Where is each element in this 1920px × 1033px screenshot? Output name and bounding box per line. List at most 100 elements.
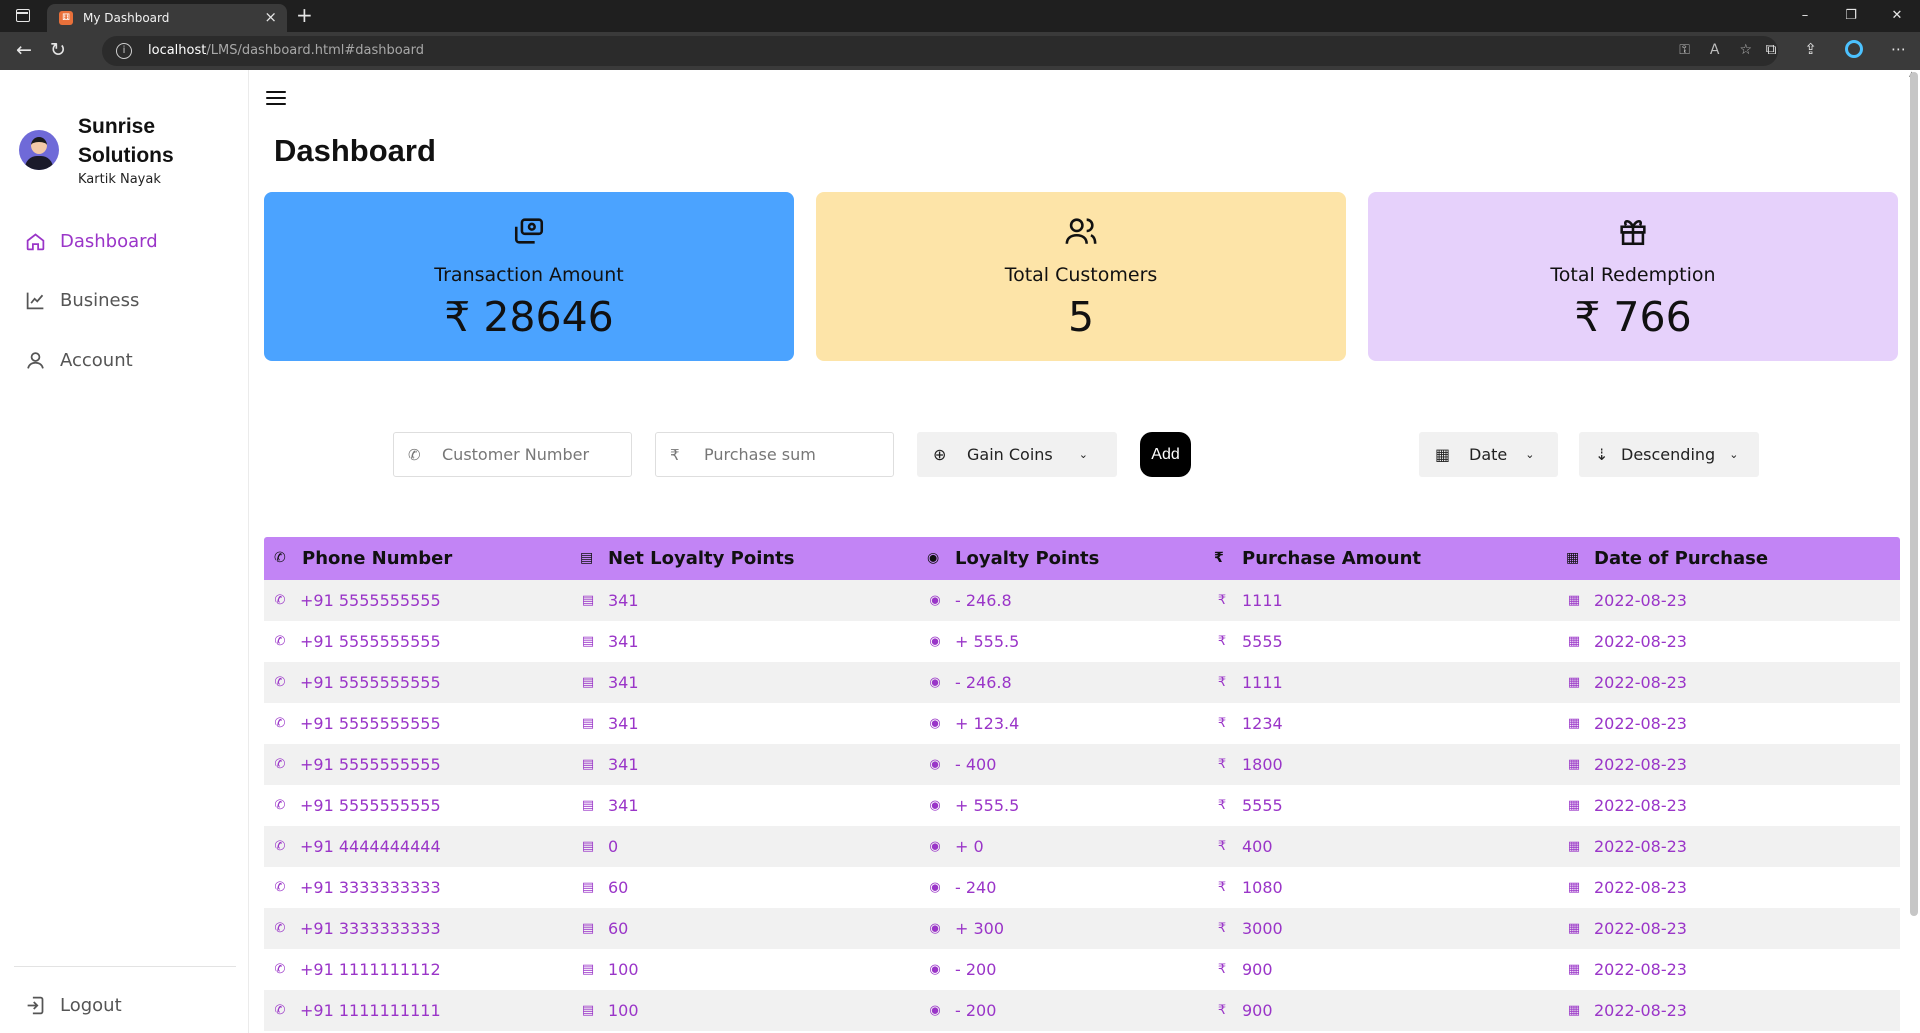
- tab-actions-icon[interactable]: [16, 9, 30, 22]
- cell-text: 100: [608, 960, 639, 979]
- table-cell: ▤ 341: [580, 580, 639, 621]
- cell-text: +91 3333333333: [300, 878, 441, 897]
- table-row[interactable]: ✆ +91 1111111111 ▤ 100 ◉ - 200 ₹900 ▦ 2022-08-23: [264, 990, 1900, 1031]
- coin-icon: ◉: [929, 634, 941, 649]
- cell-text: 2022-08-23: [1594, 878, 1687, 897]
- back-icon[interactable]: ←: [16, 39, 32, 61]
- add-button[interactable]: Add: [1140, 432, 1191, 477]
- ledger-icon: ▤: [581, 798, 595, 813]
- menu-toggle-icon[interactable]: [266, 91, 286, 109]
- table-row[interactable]: ✆ +91 3333333333 ▤ 60 ◉ - 240 ₹1080 ▦ 2022-08-23: [264, 867, 1900, 908]
- table-row[interactable]: ✆ +91 3333333333 ▤ 60 ◉ + 300 ₹3000 ▦ 2022-08-23: [264, 908, 1900, 949]
- table-cell: ▦ 2022-08-23: [1566, 703, 1687, 744]
- refresh-icon[interactable]: ↻: [50, 39, 66, 61]
- cell-text: + 555.5: [955, 632, 1020, 651]
- ledger-icon: ▤: [581, 962, 595, 977]
- calendar-icon: ▦: [1567, 921, 1581, 936]
- table-row[interactable]: ✆ +91 5555555555 ▤ 341 ◉ - 246.8 ₹1111 ▦ 2022-08…: [264, 662, 1900, 703]
- cell-text: 341: [608, 673, 639, 692]
- ledger-icon: ▤: [581, 634, 595, 649]
- table-cell: ▤ 341: [580, 785, 639, 826]
- browser-actions: ⧉ ⇪ ⋯: [1766, 40, 1906, 58]
- window-controls: – ❐ ✕: [1782, 0, 1920, 32]
- purchase-sum-field[interactable]: ₹: [655, 432, 894, 477]
- sort-field-select[interactable]: ▦ Date ⌄: [1419, 432, 1558, 477]
- table-cell: ◉ - 240: [927, 867, 996, 908]
- cell-text: - 246.8: [955, 673, 1012, 692]
- customer-number-field[interactable]: ✆: [393, 432, 632, 477]
- table-cell: ₹1111: [1214, 580, 1283, 621]
- table-cell: ✆ +91 5555555555: [272, 662, 441, 703]
- more-menu-icon[interactable]: ⋯: [1891, 40, 1906, 58]
- total-redemption-card: Total Redemption ₹ 766: [1368, 192, 1898, 361]
- table-row[interactable]: ✆ +91 4444444444 ▤ 0 ◉ + 0 ₹400 ▦ 2022-08-23: [264, 826, 1900, 867]
- money-transfer-icon: [514, 218, 544, 244]
- table-cell: ✆ +91 4444444444: [272, 826, 441, 867]
- address-bar[interactable]: i localhost/LMS/dashboard.html#dashboard…: [102, 36, 1778, 66]
- table-cell: ₹400: [1214, 826, 1273, 867]
- cell-text: 0: [608, 837, 619, 856]
- table-row[interactable]: ✆ +91 5555555555 ▤ 341 ◉ - 246.8 ₹1111 ▦ 2022-08…: [264, 580, 1900, 621]
- minimize-icon[interactable]: –: [1782, 0, 1828, 32]
- table-cell: ▦ 2022-08-23: [1566, 826, 1687, 867]
- rupee-icon: ₹: [1217, 962, 1227, 977]
- table-header: ✆ Phone Number ▤ Net Loyalty Points ◉ Loyal…: [264, 537, 1900, 580]
- table-cell: ✆ +91 5555555555: [272, 621, 441, 662]
- site-info-icon[interactable]: i: [116, 43, 132, 59]
- sidebar-item-dashboard[interactable]: Dashboard: [25, 226, 158, 256]
- favorite-icon[interactable]: ☆: [1739, 42, 1752, 58]
- table-cell: ◉ + 123.4: [927, 703, 1019, 744]
- table-cell: ◉ - 400: [927, 744, 996, 785]
- scrollbar-thumb[interactable]: [1910, 72, 1918, 916]
- table-cell: ◉ - 246.8: [927, 580, 1012, 621]
- favicon-icon: ⚅: [59, 11, 73, 25]
- table-cell: ▦ 2022-08-23: [1566, 621, 1687, 662]
- table-cell: ₹5555: [1214, 621, 1283, 662]
- sidebar-item-account[interactable]: Account: [25, 345, 133, 375]
- share-icon[interactable]: ⇪: [1804, 40, 1817, 58]
- profile-icon[interactable]: [1845, 40, 1863, 58]
- rupee-icon: ₹: [1217, 921, 1227, 936]
- extensions-icon[interactable]: ⧉: [1766, 40, 1777, 58]
- calendar-icon: ▦: [1567, 1003, 1581, 1018]
- table-row[interactable]: ✆ +91 5555555555 ▤ 341 ◉ - 400 ₹1800 ▦ 2022-08-2…: [264, 744, 1900, 785]
- logout-button[interactable]: Logout: [25, 990, 122, 1020]
- ledger-icon: ▤: [581, 675, 595, 690]
- table-cell: ▦ 2022-08-23: [1566, 785, 1687, 826]
- calendar-icon: ▦: [1567, 962, 1581, 977]
- close-window-icon[interactable]: ✕: [1874, 0, 1920, 32]
- browser-tab[interactable]: ⚅ My Dashboard ×: [47, 4, 287, 32]
- sidebar-item-business[interactable]: Business: [25, 285, 139, 315]
- new-tab-icon[interactable]: +: [296, 3, 313, 27]
- table-row[interactable]: ✆ +91 5555555555 ▤ 341 ◉ + 555.5 ₹5555 ▦ 2022-08…: [264, 621, 1900, 662]
- logout-label: Logout: [60, 994, 122, 1016]
- restore-icon[interactable]: ❐: [1828, 0, 1874, 32]
- close-tab-icon[interactable]: ×: [264, 8, 277, 26]
- cell-text: 341: [608, 755, 639, 774]
- ledger-icon: ▤: [581, 880, 595, 895]
- cell-text: 2022-08-23: [1594, 755, 1687, 774]
- cell-text: +91 5555555555: [300, 714, 441, 733]
- table-cell: ◉ + 0: [927, 826, 983, 867]
- read-aloud-icon[interactable]: A: [1710, 42, 1720, 58]
- phone-icon: ✆: [274, 675, 286, 690]
- table-row[interactable]: ✆ +91 5555555555 ▤ 341 ◉ + 555.5 ₹5555 ▦ 2022-08…: [264, 785, 1900, 826]
- cell-text: 341: [608, 714, 639, 733]
- chevron-down-icon: ⌄: [1729, 448, 1739, 461]
- table-cell: ▦ 2022-08-23: [1566, 580, 1687, 621]
- cell-text: - 246.8: [955, 591, 1012, 610]
- sort-order-select[interactable]: ⇣ Descending ⌄: [1579, 432, 1759, 477]
- select-label: Date: [1469, 445, 1508, 464]
- key-icon[interactable]: ⚿: [1679, 42, 1690, 58]
- rupee-icon: ₹: [1217, 716, 1227, 731]
- cell-text: +91 5555555555: [300, 632, 441, 651]
- purchase-sum-input[interactable]: [704, 445, 864, 464]
- cell-text: +91 5555555555: [300, 591, 441, 610]
- sidebar: Sunrise Solutions Kartik Nayak Dashboard…: [0, 70, 249, 1033]
- user-name: Kartik Nayak: [78, 172, 161, 187]
- customer-number-input[interactable]: [442, 445, 602, 464]
- gain-coins-select[interactable]: ⊕ Gain Coins ⌄: [917, 432, 1117, 477]
- table-row[interactable]: ✆ +91 5555555555 ▤ 341 ◉ + 123.4 ₹1234 ▦ 2022-08…: [264, 703, 1900, 744]
- cell-text: 2022-08-23: [1594, 714, 1687, 733]
- table-row[interactable]: ✆ +91 1111111112 ▤ 100 ◉ - 200 ₹900 ▦ 2022-08-23: [264, 949, 1900, 990]
